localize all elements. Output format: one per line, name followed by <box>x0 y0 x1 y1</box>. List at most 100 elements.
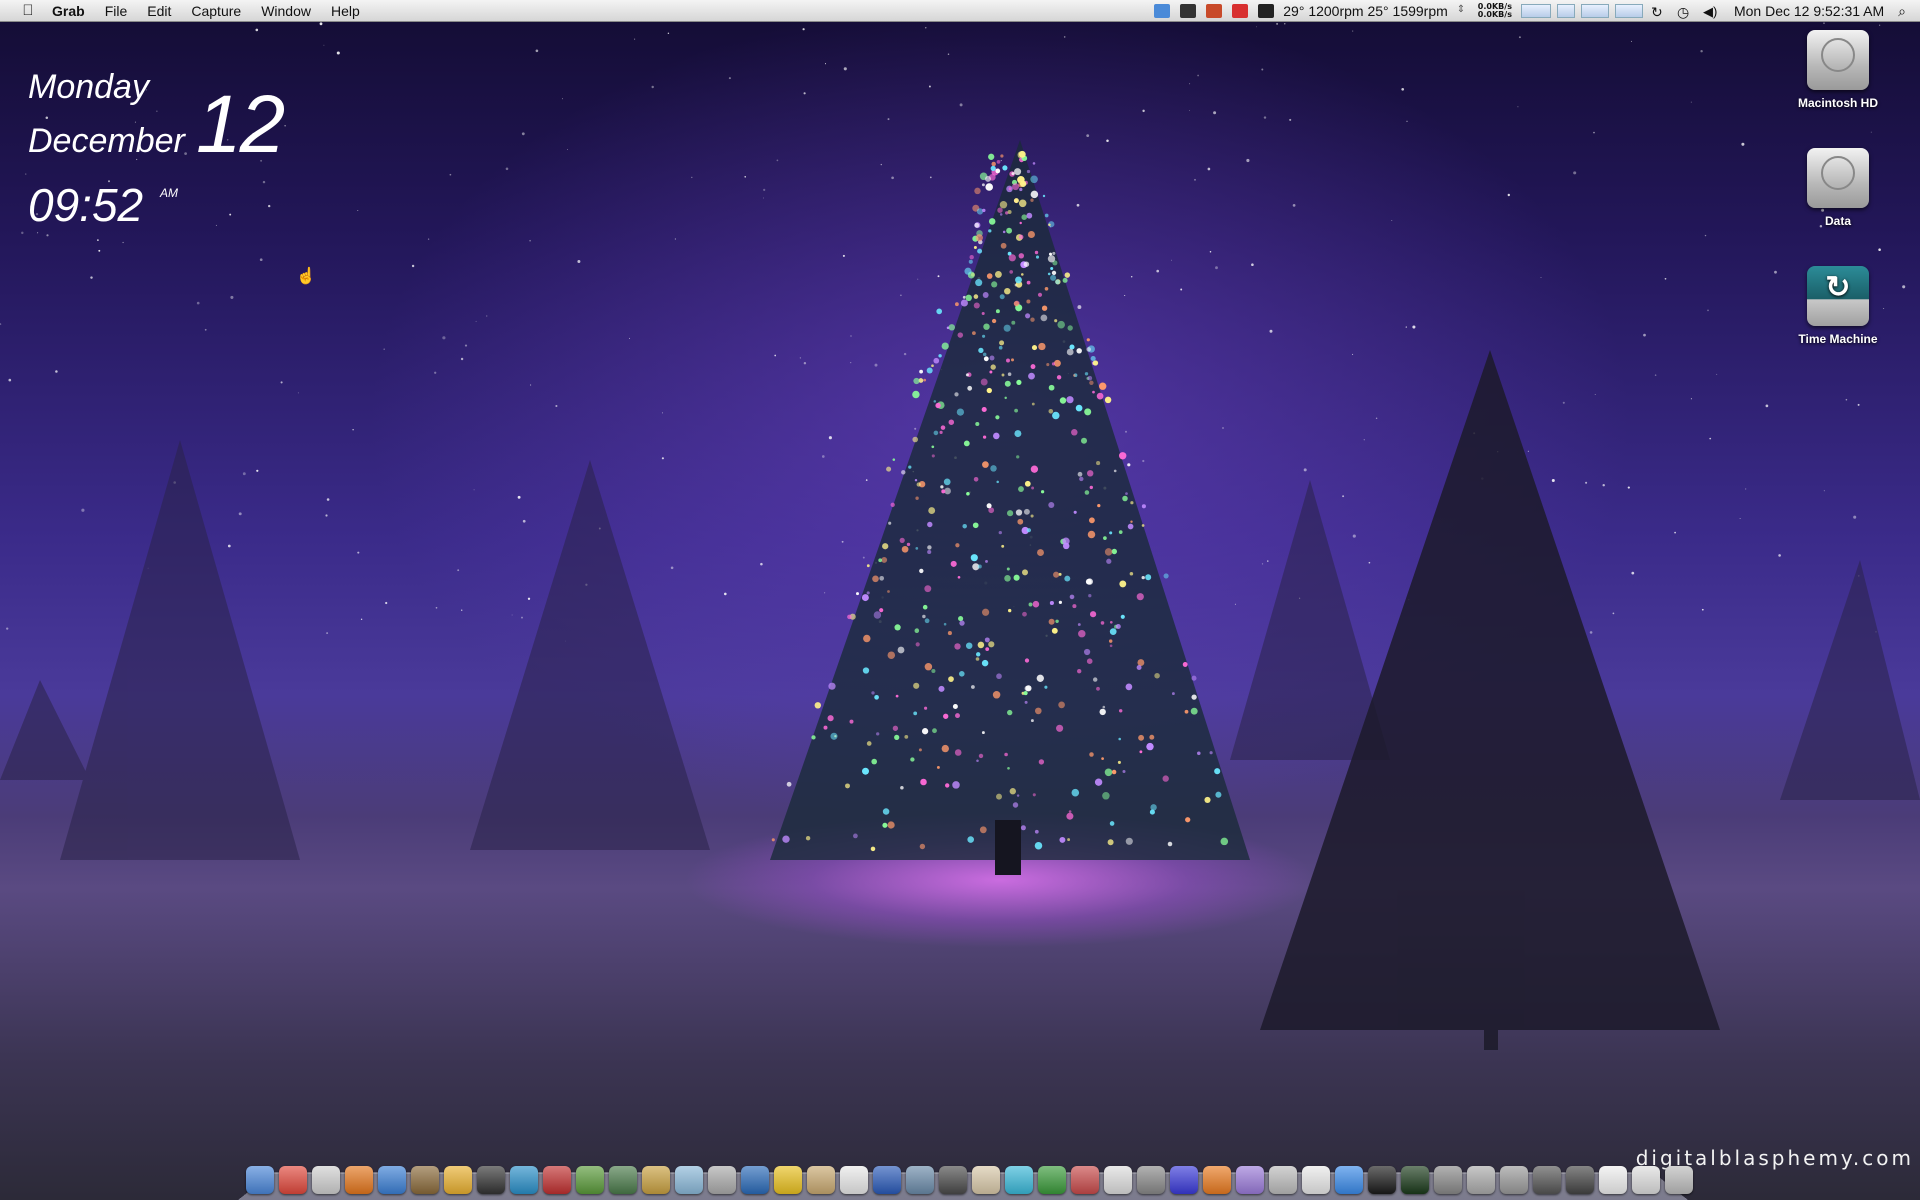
dock-item-chrome[interactable] <box>279 1166 307 1194</box>
dock-item-headphones[interactable] <box>1170 1166 1198 1194</box>
dock-item-music[interactable] <box>1566 1166 1594 1194</box>
tree-light <box>978 753 984 759</box>
dock-item-outlook[interactable] <box>774 1166 802 1194</box>
tree-light <box>943 622 947 626</box>
tree-light <box>1044 685 1048 689</box>
tree-light <box>1023 261 1030 267</box>
tree-light <box>940 425 946 430</box>
tree-light <box>1008 187 1012 191</box>
tree-light <box>849 719 854 724</box>
tree-light <box>985 559 988 563</box>
tree-light <box>1050 274 1057 281</box>
tree-light <box>958 670 965 677</box>
tree-light <box>993 432 1000 440</box>
tree-light <box>954 749 962 756</box>
tree-light <box>1040 490 1045 494</box>
dock-item-printer[interactable] <box>1302 1166 1330 1194</box>
tree-light <box>1109 628 1117 635</box>
tree-light <box>827 715 834 722</box>
dock-item-photo-booth[interactable] <box>543 1166 571 1194</box>
dock-item-utorrent[interactable] <box>1038 1166 1066 1194</box>
tree-light <box>1103 536 1107 540</box>
tree-light <box>897 646 905 654</box>
tree-light <box>887 821 895 829</box>
tree-light <box>1008 254 1016 262</box>
dock-item-fish[interactable] <box>675 1166 703 1194</box>
tree-light <box>1184 709 1189 714</box>
tree-light <box>1015 276 1022 284</box>
dock-item-itunes[interactable] <box>378 1166 406 1194</box>
tree-light <box>1030 190 1039 199</box>
dock-item-vlc[interactable] <box>1203 1166 1231 1194</box>
dock-item-preview[interactable] <box>708 1166 736 1194</box>
dock-item-documents[interactable] <box>1599 1166 1627 1194</box>
tree-light <box>1012 183 1020 191</box>
desktop-icon-macintosh-hd[interactable]: Macintosh HD <box>1778 30 1898 110</box>
tree-light <box>957 575 961 579</box>
tree-light <box>1009 270 1014 274</box>
tree-light <box>1030 465 1039 473</box>
dock-item-system-preferences[interactable] <box>1500 1166 1528 1194</box>
tree-silhouette <box>0 680 90 780</box>
dock-item-stickies[interactable] <box>1236 1166 1264 1194</box>
dock-item-contacts[interactable] <box>807 1166 835 1194</box>
dock-item-finance[interactable] <box>609 1166 637 1194</box>
dock-item-app-store[interactable] <box>1335 1166 1363 1194</box>
tree-light <box>1141 504 1146 509</box>
dock-item-textedit[interactable] <box>972 1166 1000 1194</box>
tree-light <box>870 846 876 852</box>
tree-light <box>1034 250 1039 255</box>
dock-item-camera[interactable] <box>477 1166 505 1194</box>
dock-item-iphoto[interactable] <box>411 1166 439 1194</box>
dock-item-screenshot[interactable] <box>1467 1166 1495 1194</box>
dock-item-downloads[interactable] <box>1632 1166 1660 1194</box>
desktop-icon-time-machine[interactable]: Time Machine <box>1778 266 1898 346</box>
tree-light <box>924 585 932 593</box>
tree-light <box>919 843 926 850</box>
tree-light <box>988 229 992 233</box>
tree-light <box>1007 210 1012 214</box>
tree-light <box>1038 342 1046 351</box>
tree-light <box>996 793 1002 800</box>
tree-light <box>871 691 875 695</box>
dock-item-finder[interactable] <box>246 1166 274 1194</box>
dock-item-transmit[interactable] <box>1071 1166 1099 1194</box>
dock-item-cyberduck[interactable] <box>1005 1166 1033 1194</box>
dock-item-ical[interactable] <box>840 1166 868 1194</box>
tree-light <box>1059 397 1067 404</box>
dock-item-garden[interactable] <box>576 1166 604 1194</box>
tree-light <box>983 323 990 330</box>
tree-light <box>982 352 987 357</box>
dock-item-picasa[interactable] <box>444 1166 472 1194</box>
desktop-icon-data[interactable]: Data <box>1778 148 1898 228</box>
dock-item-word[interactable] <box>741 1166 769 1194</box>
dock-item-trash[interactable] <box>1665 1166 1693 1194</box>
dock-item-disk-utility[interactable] <box>1137 1166 1165 1194</box>
tree-light <box>910 757 915 762</box>
tree-light <box>975 657 980 661</box>
christmas-tree <box>770 140 1250 875</box>
tree-light <box>1046 363 1050 367</box>
tree-light <box>1016 455 1020 459</box>
tree-light <box>1129 572 1134 576</box>
dock-item-dvd-player[interactable] <box>1104 1166 1132 1194</box>
tree-light <box>1011 172 1015 176</box>
dock-item-mail[interactable] <box>906 1166 934 1194</box>
tree-light <box>1092 360 1099 366</box>
dock-item-photoshop-elements[interactable] <box>510 1166 538 1194</box>
dock-item-terminal[interactable] <box>1368 1166 1396 1194</box>
dock-item-photo-viewer[interactable] <box>1533 1166 1561 1194</box>
tree-light <box>975 421 980 427</box>
tree-light <box>933 400 937 403</box>
tree-light <box>853 833 858 839</box>
dock-item-firefox[interactable] <box>345 1166 373 1194</box>
dock-item-activity-monitor[interactable] <box>1401 1166 1429 1194</box>
tree-light <box>964 267 972 275</box>
dock-item-facetime[interactable] <box>939 1166 967 1194</box>
dock-item-scripts[interactable] <box>642 1166 670 1194</box>
tree-light <box>1056 724 1064 732</box>
dock-item-script-editor[interactable] <box>1269 1166 1297 1194</box>
dock-item-calendar-app[interactable] <box>312 1166 340 1194</box>
dock-item-adium[interactable] <box>873 1166 901 1194</box>
dock-item-automator[interactable] <box>1434 1166 1462 1194</box>
